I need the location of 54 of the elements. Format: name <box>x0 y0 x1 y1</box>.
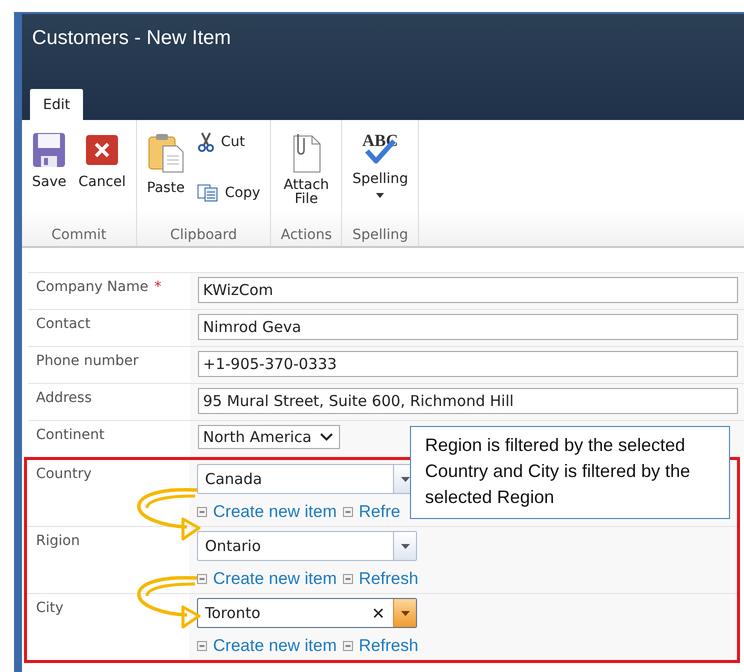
caret-icon <box>400 544 410 548</box>
link-bullet-icon <box>342 641 353 651</box>
clipboard-icon <box>146 132 185 174</box>
action-link[interactable]: Refresh <box>358 569 418 589</box>
action-link[interactable]: Create new item <box>213 569 337 589</box>
cancel-button[interactable]: Cancel <box>74 130 130 192</box>
cut-button[interactable]: Cut <box>192 130 264 154</box>
field-label: Country <box>36 466 92 482</box>
window-title: Customers - New Item <box>31 26 232 50</box>
dropdown[interactable]: North America <box>198 425 340 449</box>
group-label: Spelling <box>351 227 410 245</box>
link-bullet-icon <box>342 574 353 584</box>
caret-icon <box>400 610 410 616</box>
required-marker: * <box>154 279 162 295</box>
link-bullet-icon <box>197 507 207 517</box>
group-label: Actions <box>280 227 333 245</box>
dropdown-button[interactable] <box>393 599 416 627</box>
copy-button[interactable]: Copy <box>192 182 264 204</box>
text-field[interactable]: +1-905-370-0333 <box>198 351 738 377</box>
caret-icon <box>400 476 410 482</box>
field-label: Rigion <box>36 533 80 549</box>
link-bullet-icon <box>342 507 353 517</box>
close-icon <box>85 132 120 168</box>
caret-icon <box>376 193 384 198</box>
field-label: Contact <box>36 316 90 332</box>
field-label: City <box>36 600 64 616</box>
field-label: Continent <box>36 427 104 443</box>
group-label: Clipboard <box>169 227 238 245</box>
dropdown-button[interactable] <box>393 532 416 560</box>
action-link[interactable]: Refresh <box>358 636 418 656</box>
field-label: Company Name * <box>36 279 162 295</box>
annotation-tooltip: Region is filtered by the selected Country and City is filtered by the selected Region <box>410 426 730 520</box>
chevron-icon <box>320 433 333 441</box>
group-label: Commit <box>50 227 108 245</box>
attach-file-button[interactable]: Attach File <box>277 130 336 208</box>
ribbon-tab[interactable]: Edit <box>30 89 84 120</box>
combo-box[interactable]: Toronto ✕ <box>197 598 417 628</box>
field-label: Phone number <box>36 353 138 369</box>
link-bullet-icon <box>197 574 207 584</box>
action-link[interactable]: Create new item <box>213 502 337 522</box>
combo-box[interactable]: Ontario <box>197 531 417 561</box>
save-button[interactable]: Save <box>28 130 70 192</box>
action-link[interactable]: Refre <box>358 502 400 522</box>
copy-icon <box>196 184 219 202</box>
paste-button[interactable]: Paste <box>142 130 189 198</box>
clear-icon[interactable]: ✕ <box>372 604 393 622</box>
text-field[interactable]: 95 Mural Street, Suite 600, Richmond Hill <box>198 388 738 414</box>
action-link[interactable]: Create new item <box>213 636 337 656</box>
link-bullet-icon <box>197 641 207 651</box>
field-label: Address <box>36 390 92 406</box>
scissors-icon <box>196 132 215 152</box>
text-field[interactable]: Nimrod Geva <box>198 314 738 340</box>
spelling-button[interactable]: ABC Spelling <box>348 130 412 200</box>
text-field[interactable]: KWizCom <box>198 277 738 303</box>
